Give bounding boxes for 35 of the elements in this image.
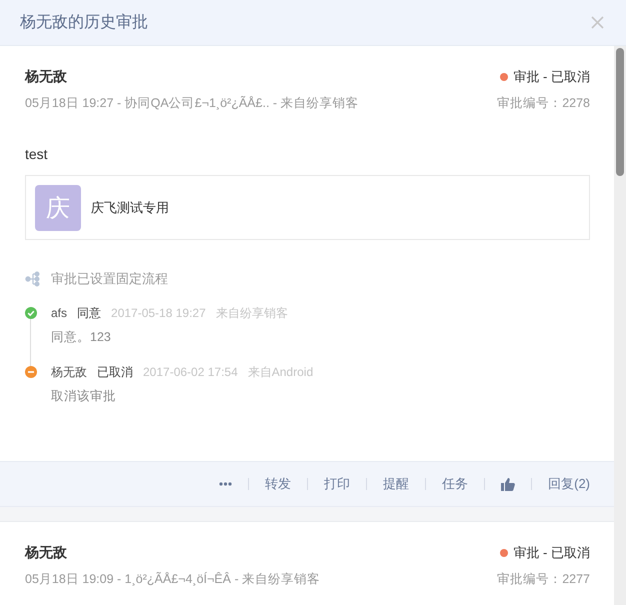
attachment-avatar: 庆: [35, 184, 81, 230]
scrollbar[interactable]: [614, 46, 626, 605]
record-meta: 05月18日 19:27 - 协同QA公司£¬1¸ö²¿ÃÅ£.. - 来自纷享销客: [25, 95, 359, 112]
record-body: test: [25, 146, 49, 162]
author-name: 杨无敌: [25, 544, 67, 562]
step-comment: 同意。123: [51, 330, 111, 344]
author-name: 杨无敌: [25, 68, 67, 86]
approval-number: 审批编号：2277: [497, 571, 590, 588]
step-source: 来自纷享销客: [216, 304, 288, 322]
cancelled-icon: [25, 366, 37, 378]
status-label: 审批 - 已取消: [513, 544, 590, 562]
step-user: afs: [51, 306, 68, 320]
action-link[interactable]: 转发: [265, 475, 292, 493]
approved-icon: [25, 307, 37, 319]
step-time: 2017-05-18 19:27: [111, 306, 206, 320]
attachment-name: 庆飞测试专用: [91, 198, 169, 216]
flow-icon: [25, 271, 41, 287]
step-source: 来自Android: [248, 364, 314, 380]
approval-number: 审批编号：2278: [497, 95, 590, 112]
step-comment: 取消该审批: [51, 389, 116, 403]
attachment-card[interactable]: 庆 庆飞测试专用: [25, 175, 590, 240]
step-action: 同意: [77, 304, 102, 322]
action-link[interactable]: 任务: [442, 475, 468, 493]
record-meta: 05月18日 19:09 - 1¸ö²¿ÃÅ£¬4¸öÍ¬ÊÂ - 来自纷享销客: [25, 571, 320, 588]
more-button[interactable]: [219, 482, 232, 486]
action-link[interactable]: 打印: [324, 475, 350, 493]
action-link[interactable]: 回复(2): [548, 475, 590, 493]
step-user: 杨无敌: [51, 364, 87, 380]
like-button[interactable]: [501, 478, 516, 490]
step-time: 2017-06-02 17:54: [143, 365, 238, 379]
status-label: 审批 - 已取消: [513, 68, 590, 86]
step-action: 已取消: [97, 364, 133, 380]
action-link[interactable]: 提醒: [383, 475, 410, 493]
dialog-title: 杨无敌的历史审批: [20, 12, 148, 33]
flow-note: 审批已设置固定流程: [51, 270, 168, 288]
